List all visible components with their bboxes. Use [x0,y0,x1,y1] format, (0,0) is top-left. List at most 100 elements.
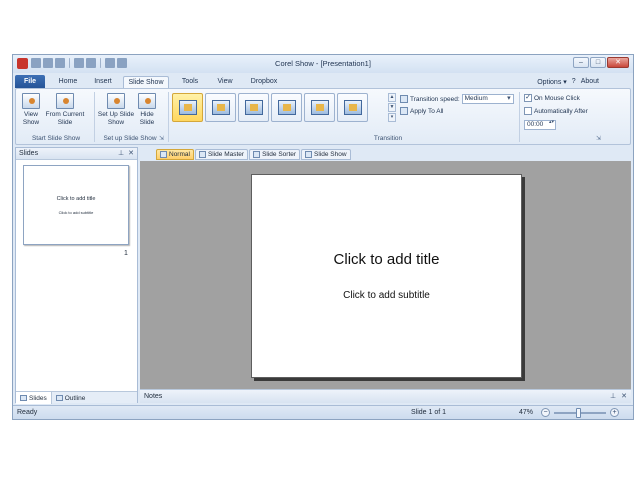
transition-speed-label: Transition speed: [410,95,460,103]
automatically-after-option[interactable]: Automatically After [524,107,588,115]
close-notes-icon[interactable]: ✕ [621,392,627,400]
hide-slide-button[interactable]: Hide Slide [135,93,159,126]
pin-icon[interactable]: ⊥ [610,392,616,400]
tab-slide-master[interactable]: Slide Master [194,149,249,160]
window-title: Corel Show - [Presentation1] [275,59,371,68]
dialog-launcher-icon[interactable]: ⇲ [159,135,164,142]
from-current-slide-button[interactable]: From Current Slide [44,93,86,126]
thumbnail-subtitle: Click to add subtitle [58,210,94,215]
slides-pane-header: Slides ⊥ ✕ [16,148,137,160]
tab-home[interactable]: Home [53,76,83,88]
thumbnail-title: Click to add title [56,196,96,202]
maximize-icon[interactable]: □ [590,57,606,68]
view-tabs: Normal Slide Master Slide Sorter Slide S… [156,149,351,161]
title-bar: Corel Show - [Presentation1] – □ ✕ [13,55,633,73]
transition-thumb-icon [278,100,296,115]
slides-pane: Slides ⊥ ✕ Click to add title Click to a… [15,147,138,404]
minimize-icon[interactable]: – [573,57,589,68]
status-ready: Ready [17,409,38,416]
tab-view[interactable]: View [210,76,240,88]
close-icon[interactable]: ✕ [607,57,629,68]
transition-thumb-icon [245,100,263,115]
apply-to-all-button[interactable]: Apply To All [400,107,443,115]
close-pane-icon[interactable]: ✕ [128,148,134,160]
about-link[interactable]: About [581,78,599,86]
projector-screen-icon [22,93,40,109]
slide-title-placeholder[interactable]: Click to add title [252,251,521,268]
zoom-slider-handle[interactable] [576,408,582,418]
gallery-up-icon[interactable]: ▲ [388,93,396,102]
zoom-out-icon[interactable]: − [541,408,550,417]
slides-icon [20,395,27,401]
transition-option-4[interactable] [271,93,302,122]
tab-slides[interactable]: Slides [16,392,52,404]
view-show-button[interactable]: View Show [18,93,44,126]
slide-show-icon [305,151,313,158]
transition-thumb-icon [212,100,230,115]
gallery-more-icon[interactable]: ▾ [388,113,396,122]
tab-outline[interactable]: Outline [52,392,90,404]
window-controls: – □ ✕ [573,57,629,68]
slide-sorter-icon [253,151,261,158]
slide-play-icon [56,93,74,109]
transition-option-3[interactable] [238,93,269,122]
ribbon-tabs: File Home Insert Slide Show Tools View D… [13,73,633,88]
normal-view-icon [160,151,167,158]
hide-slide-icon [138,93,156,109]
on-mouse-click-option[interactable]: ✓ On Mouse Click [524,94,580,102]
ribbon: View Show From Current Slide Start Slide… [15,88,631,145]
tab-dropbox[interactable]: Dropbox [245,76,283,88]
tab-normal-view[interactable]: Normal [156,149,194,160]
gallery-down-icon[interactable]: ▼ [388,103,396,112]
tab-slide-show-view[interactable]: Slide Show [301,149,351,160]
set-up-slide-show-button[interactable]: Set Up Slide Show [97,93,135,126]
app-window: Corel Show - [Presentation1] – □ ✕ File … [12,54,634,420]
slides-pane-title: Slides [19,150,39,157]
pin-icon[interactable]: ⊥ [118,148,124,160]
zoom-in-icon[interactable]: + [610,408,619,417]
tab-insert[interactable]: Insert [87,76,119,88]
transition-option-2[interactable] [205,93,236,122]
options-link[interactable]: Options ▾ [537,78,567,86]
tab-slide-sorter[interactable]: Slide Sorter [249,149,301,160]
zoom-level: 47% [519,409,534,416]
group-separator [94,92,95,142]
transition-thumb-icon [344,100,362,115]
header-links: Options ▾ ? About [537,78,599,86]
group-label-setup: Set up Slide Show [103,135,157,142]
advance-time-row: 00:00 [524,120,556,130]
transition-none[interactable] [172,93,203,122]
status-slide-count: Slide 1 of 1 [411,409,447,416]
automatically-after-checkbox[interactable] [524,107,532,115]
notes-bar[interactable]: Notes ⊥ ✕ [140,389,631,403]
transition-option-5[interactable] [304,93,335,122]
slide-thumbnail[interactable]: Click to add title Click to add subtitle [23,165,129,245]
slide-number: 1 [124,250,128,257]
transition-speed-select[interactable]: Medium [461,94,514,104]
transition-thumb-icon [311,100,329,115]
slide-canvas-area: Click to add title Click to add subtitle [140,161,631,389]
dialog-launcher-icon[interactable]: ⇲ [596,135,601,142]
slide-master-icon [198,151,206,158]
speed-icon [400,95,408,103]
status-bar: Ready Slide 1 of 1 47% − + [13,405,633,419]
slide-canvas[interactable]: Click to add title Click to add subtitle [251,174,522,378]
pane-controls: ⊥ ✕ [118,148,134,160]
apply-all-icon [400,107,408,115]
slides-pane-tabs: Slides Outline [16,391,137,404]
group-label-transition: Transition [373,135,403,142]
transition-speed-row: Transition speed: Medium [400,94,514,104]
tab-slide-show[interactable]: Slide Show [123,76,169,88]
on-mouse-click-checkbox[interactable]: ✓ [524,94,532,102]
transition-thumb-icon [179,100,197,115]
advance-time-spinner[interactable]: 00:00 [524,120,556,130]
group-label-start: Start Slide Show [31,135,81,142]
slide-subtitle-placeholder[interactable]: Click to add subtitle [252,290,521,301]
transition-option-6[interactable] [337,93,368,122]
help-icon[interactable]: ? [572,78,576,86]
tab-file[interactable]: File [15,75,45,88]
notes-controls: ⊥ ✕ [610,392,627,400]
setup-presentation-icon [107,93,125,109]
notes-label: Notes [144,393,163,400]
tab-tools[interactable]: Tools [175,76,205,88]
